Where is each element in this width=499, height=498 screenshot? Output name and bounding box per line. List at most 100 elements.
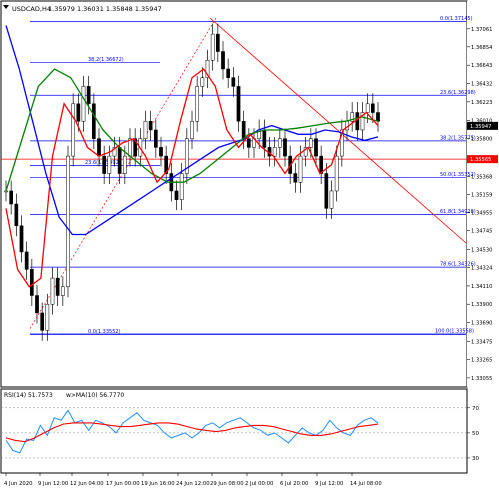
candle-body-9	[50, 277, 55, 305]
rsi-tick-label-0: 70	[472, 406, 479, 412]
candle-body-50	[262, 129, 267, 148]
fib-label-0: 0.0(1.37145)	[440, 16, 473, 22]
price-tick-label-2: 1.36643	[471, 63, 492, 69]
current-price-label: 1.35947	[470, 124, 491, 130]
time-tick-label-6: 29 Jun 08:00	[210, 481, 244, 487]
candle-body-71	[370, 103, 375, 113]
candle-body-45	[236, 86, 241, 122]
candle-body-60	[314, 138, 318, 157]
candle-body-63	[329, 190, 334, 209]
time-tick-label-10: 14 Jul 08:00	[350, 481, 382, 487]
candle-body-70	[365, 103, 370, 113]
candle-body-54	[283, 138, 287, 157]
price-panel-frame	[0, 0, 468, 388]
candle-body-40	[210, 33, 215, 61]
price-tick-label-10: 1.34955	[471, 210, 492, 216]
candle-body-27	[143, 120, 148, 139]
candle-body-3	[19, 225, 24, 253]
candle-body-57	[298, 155, 303, 183]
price-tick-label-16: 1.33690	[471, 321, 492, 327]
rsi-label: RSI(14) 51.7573	[4, 392, 53, 399]
price-tick-label-15: 1.33900	[471, 302, 492, 308]
candle-body-41	[215, 33, 220, 52]
price-tick-label-1: 1.36854	[471, 45, 493, 51]
price-tick-label-3: 1.36432	[471, 82, 492, 88]
candle-body-22	[117, 147, 122, 174]
rsi-tick-label-2: 30	[472, 456, 479, 462]
candle-body-19	[102, 155, 107, 174]
candle-body-38	[200, 77, 205, 87]
time-tick-label-4: 19 Jun 16:00	[141, 481, 175, 487]
time-axis-labels: 4 Jun 2020 9 Jun 12:00 12 Jun 04:00 17 Jun …	[4, 473, 382, 487]
time-tick-label-5: 24 Jun 12:00	[176, 481, 210, 487]
candle-body-44	[231, 77, 236, 87]
candle-body-56	[293, 173, 298, 183]
fib-label-9: 100.0(1.33558)	[435, 329, 474, 335]
price-level-label: 1.35565	[470, 157, 491, 163]
candle-body-72	[376, 112, 380, 122]
candle-body-33	[174, 190, 179, 200]
candle-body-42	[221, 51, 225, 70]
candle-body-68	[355, 112, 360, 131]
candle-body-59	[308, 138, 313, 148]
price-tick-label-9: 1.35159	[471, 193, 492, 199]
price-tick-label-17: 1.33475	[471, 339, 492, 345]
candle-body-52	[272, 147, 277, 157]
time-tick-label-8: 6 Jul 20:00	[280, 481, 309, 487]
price-tick-label-13: 1.34324	[471, 265, 493, 271]
candle-body-36	[190, 120, 194, 139]
candle-body-5	[29, 269, 34, 296]
candle-body-10	[55, 277, 60, 296]
time-tick-label-7: 2 Jul 00:00	[245, 481, 274, 487]
candle-body-4	[24, 251, 29, 270]
candle-body-13	[71, 103, 76, 157]
candle-body-17	[91, 103, 96, 139]
chart-window: USDCAD,H4 1.35979 1.36031 1.35848 1.3594…	[0, 0, 499, 493]
candle-body-2	[14, 203, 19, 227]
fib-label-2: 23.6(1.36298)	[440, 90, 476, 96]
time-tick-label-9: 9 Jul 12:00	[315, 481, 344, 487]
price-tick-label-6: 1.35800	[471, 137, 492, 143]
time-tick-label-3: 17 Jun 00:00	[106, 481, 140, 487]
price-tick-label-8: 1.35368	[471, 174, 492, 180]
price-tick-label-11: 1.34745	[471, 229, 492, 235]
candle-body-18	[97, 138, 101, 157]
candle-body-0	[4, 190, 8, 193]
symbol-timeframe: USDCAD,H4	[12, 5, 51, 13]
candle-body-1	[9, 190, 14, 205]
candle-body-34	[179, 173, 184, 200]
candle-body-53	[277, 138, 282, 148]
candle-body-15	[81, 86, 86, 122]
candle-body-12	[66, 155, 70, 288]
price-tick-label-14: 1.34110	[471, 284, 492, 290]
candle-body-8	[45, 303, 50, 331]
candle-body-47	[246, 138, 251, 148]
rsi-panel-frame	[0, 388, 468, 474]
candle-body-11	[60, 286, 65, 296]
price-tick-label-12: 1.34530	[471, 247, 492, 253]
candle-body-6	[35, 295, 39, 314]
price-tick-label-0: 1.37061	[471, 27, 492, 33]
fib-label-1: 38.2(1.36672)	[88, 57, 124, 63]
candle-body-43	[226, 68, 231, 78]
rsi-ma-label: w>MA(10) 56.7770	[66, 392, 124, 399]
candle-body-64	[334, 155, 339, 192]
candle-body-24	[128, 138, 132, 157]
price-tick-label-19: 1.33055	[471, 376, 492, 382]
candle-body-14	[76, 103, 81, 122]
price-tick-label-4: 1.36223	[471, 100, 492, 106]
candle-body-29	[153, 129, 158, 148]
time-tick-label-2: 12 Jun 04:00	[70, 481, 104, 487]
candle-body-23	[122, 155, 127, 174]
candle-body-30	[159, 147, 163, 157]
candle-body-28	[148, 120, 153, 131]
time-tick-label-0: 4 Jun 2020	[4, 481, 33, 487]
price-tick-label-18: 1.33265	[471, 358, 492, 364]
candle-body-20	[107, 155, 112, 174]
time-tick-label-1: 9 Jun 12:00	[38, 481, 69, 487]
candle-body-37	[195, 86, 200, 122]
candle-body-16	[86, 86, 91, 105]
chart-svg[interactable]: USDCAD,H4 1.35979 1.36031 1.35848 1.3594…	[0, 0, 499, 493]
candle-body-62	[324, 173, 329, 209]
rsi-tick-label-1: 50	[472, 431, 479, 437]
